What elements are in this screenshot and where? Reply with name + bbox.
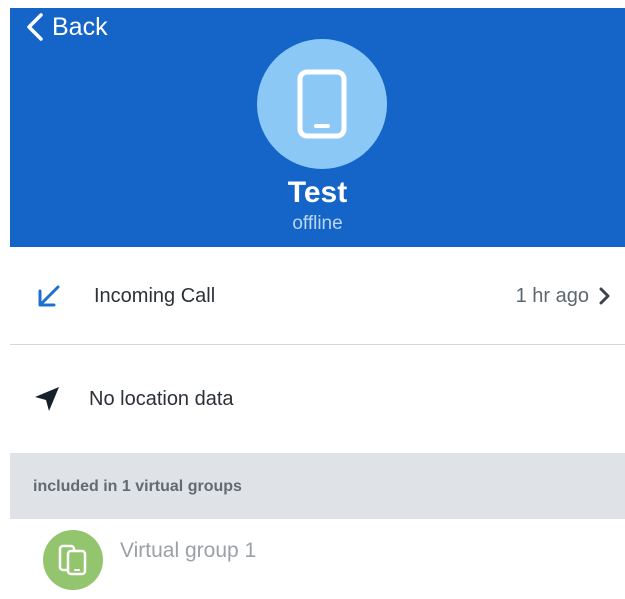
- groups-section-header: included in 1 virtual groups: [10, 453, 625, 519]
- multi-device-icon: [58, 544, 87, 576]
- incoming-call-row[interactable]: Incoming Call 1 hr ago: [10, 247, 625, 345]
- device-status: offline: [292, 213, 343, 234]
- phone-icon: [297, 69, 347, 139]
- chevron-left-icon: [27, 13, 43, 41]
- device-header: Back Test offline: [10, 8, 625, 247]
- call-time: 1 hr ago: [515, 285, 589, 307]
- group-list-item[interactable]: Virtual group 1: [10, 519, 625, 599]
- back-button[interactable]: Back: [26, 11, 108, 43]
- device-name: Test: [287, 176, 348, 209]
- call-label: Incoming Call: [94, 285, 216, 307]
- groups-section-title: included in 1 virtual groups: [33, 478, 242, 495]
- location-row: No location data: [10, 345, 625, 453]
- group-avatar: [43, 530, 103, 590]
- back-label: Back: [52, 13, 108, 41]
- chevron-right-icon: [599, 287, 610, 305]
- device-detail-screen: Back Test offline Incoming Call 1 hr ago…: [0, 0, 625, 599]
- device-avatar: [257, 39, 387, 169]
- location-arrow-icon: [35, 387, 59, 411]
- location-label: No location data: [89, 388, 234, 410]
- group-label: Virtual group 1: [120, 539, 257, 562]
- incoming-call-arrow-icon: [38, 285, 60, 307]
